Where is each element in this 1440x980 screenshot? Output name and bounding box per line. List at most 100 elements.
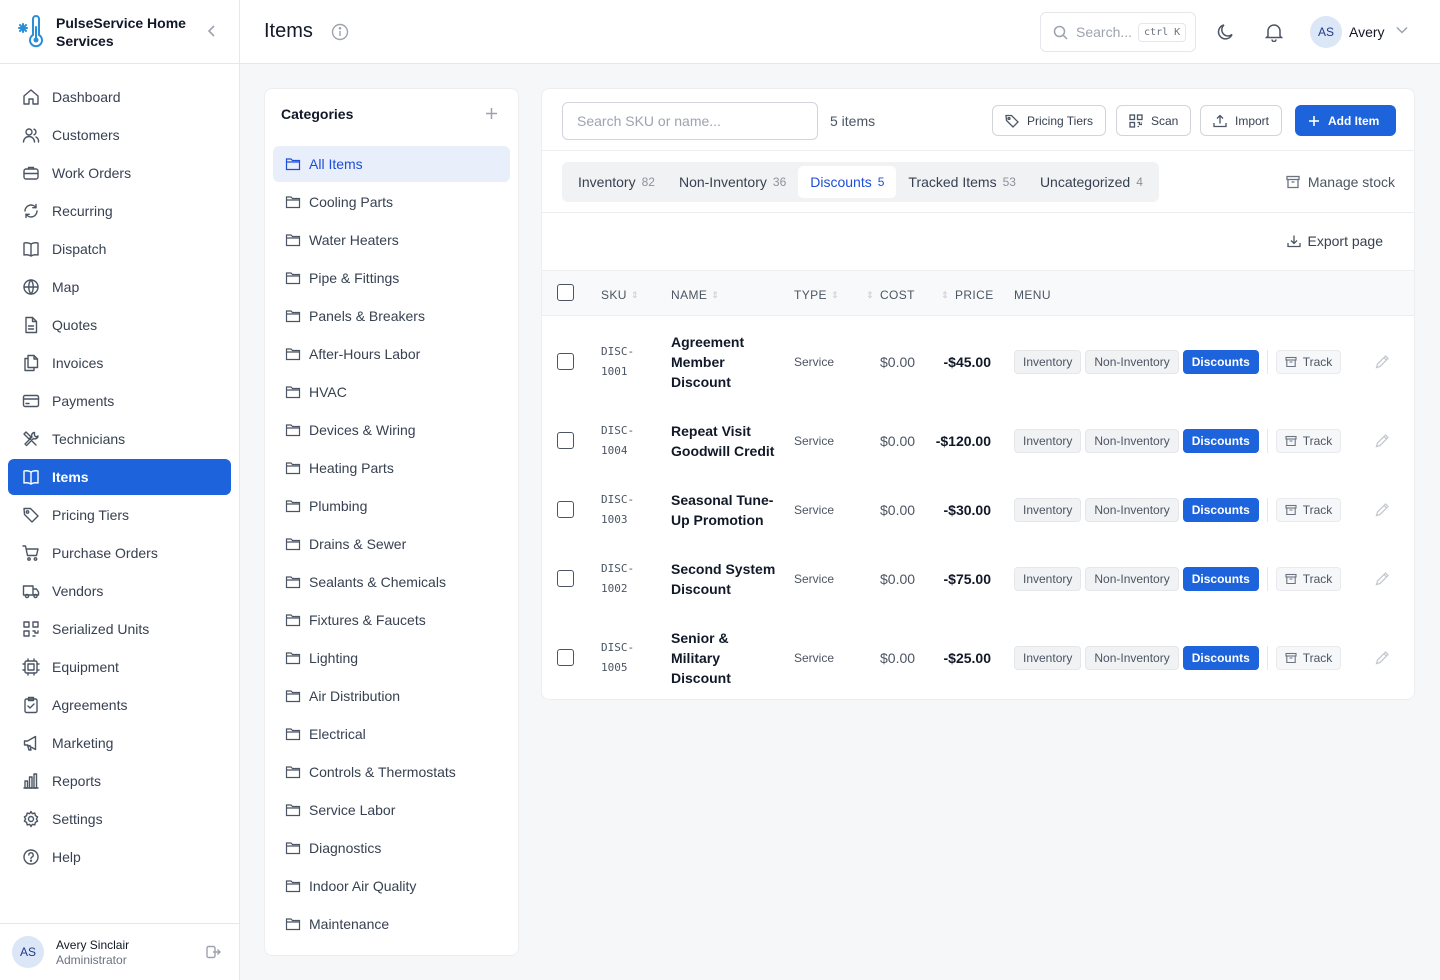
row-name[interactable]: Repeat Visit Goodwill Credit <box>671 421 781 461</box>
row-checkbox[interactable] <box>557 431 574 449</box>
inventory-chip[interactable]: Inventory <box>1014 497 1082 522</box>
non-inventory-chip[interactable]: Non-Inventory <box>1085 349 1179 374</box>
non-inventory-chip[interactable]: Non-Inventory <box>1085 645 1179 670</box>
category-item[interactable]: Sealants & Chemicals <box>273 564 510 600</box>
pencil-icon[interactable] <box>1374 433 1390 449</box>
row-checkbox[interactable] <box>557 648 574 666</box>
pencil-icon[interactable] <box>1374 502 1390 518</box>
tab-tracked-items[interactable]: Tracked Items 53 <box>896 166 1028 198</box>
sidebar-item-pricing-tiers[interactable]: Pricing Tiers <box>8 497 231 533</box>
sidebar-item-vendors[interactable]: Vendors <box>8 573 231 609</box>
row-name[interactable]: Seasonal Tune-Up Promotion <box>671 490 781 530</box>
row-checkbox[interactable] <box>557 569 574 587</box>
category-item[interactable]: Fixtures & Faucets <box>273 602 510 638</box>
sku-search-input[interactable] <box>562 102 818 140</box>
column-cost[interactable]: ⇕ COST <box>866 288 915 302</box>
tab-discounts[interactable]: Discounts 5 <box>798 166 897 198</box>
inventory-chip[interactable]: Inventory <box>1014 428 1082 453</box>
tab-inventory[interactable]: Inventory 82 <box>566 166 667 198</box>
sidebar-item-map[interactable]: Map <box>8 269 231 305</box>
sidebar-item-dispatch[interactable]: Dispatch <box>8 231 231 267</box>
sidebar-item-quotes[interactable]: Quotes <box>8 307 231 343</box>
pencil-icon[interactable] <box>1374 650 1390 666</box>
column-sku[interactable]: SKU ⇕ <box>601 288 639 302</box>
category-item[interactable]: Devices & Wiring <box>273 412 510 448</box>
inventory-chip[interactable]: Inventory <box>1014 349 1082 374</box>
header-user-name[interactable]: Avery <box>1349 24 1385 40</box>
row-checkbox[interactable] <box>557 500 574 518</box>
global-search[interactable]: Search... ctrl K <box>1040 12 1196 52</box>
chevron-down-icon[interactable] <box>1396 26 1408 34</box>
discounts-chip[interactable]: Discounts <box>1182 349 1259 374</box>
non-inventory-chip[interactable]: Non-Inventory <box>1085 566 1179 591</box>
category-item[interactable]: Water Heaters <box>273 222 510 258</box>
category-item[interactable]: Service Labor <box>273 792 510 828</box>
inventory-chip[interactable]: Inventory <box>1014 645 1082 670</box>
sidebar-item-purchase-orders[interactable]: Purchase Orders <box>8 535 231 571</box>
column-type[interactable]: TYPE ⇕ <box>794 288 839 302</box>
add-item-button[interactable]: Add Item <box>1295 105 1396 136</box>
discounts-chip[interactable]: Discounts <box>1182 566 1259 591</box>
sidebar-item-payments[interactable]: Payments <box>8 383 231 419</box>
category-item[interactable]: Diagnostics <box>273 830 510 866</box>
moon-icon[interactable] <box>1216 22 1236 42</box>
avatar[interactable]: AS <box>12 936 44 968</box>
category-item[interactable]: Lighting <box>273 640 510 676</box>
category-item[interactable]: After-Hours Labor <box>273 336 510 372</box>
logout-icon[interactable] <box>205 944 221 960</box>
tab-uncategorized[interactable]: Uncategorized 4 <box>1028 166 1155 198</box>
import-button[interactable]: Import <box>1200 105 1283 136</box>
sidebar-item-serialized-units[interactable]: Serialized Units <box>8 611 231 647</box>
pencil-icon[interactable] <box>1374 354 1390 370</box>
manage-stock-button[interactable]: Manage stock <box>1286 174 1395 190</box>
sidebar-item-technicians[interactable]: Technicians <box>8 421 231 457</box>
sidebar-item-equipment[interactable]: Equipment <box>8 649 231 685</box>
category-item[interactable]: Maintenance <box>273 906 510 942</box>
non-inventory-chip[interactable]: Non-Inventory <box>1085 497 1179 522</box>
row-checkbox[interactable] <box>557 352 574 370</box>
sidebar-item-reports[interactable]: Reports <box>8 763 231 799</box>
column-price[interactable]: ⇕ PRICE <box>941 288 994 302</box>
track-button[interactable]: Track <box>1275 566 1342 591</box>
scan-button[interactable]: Scan <box>1116 105 1192 136</box>
pencil-icon[interactable] <box>1374 571 1390 587</box>
category-item[interactable]: HVAC <box>273 374 510 410</box>
category-item[interactable]: Panels & Breakers <box>273 298 510 334</box>
discounts-chip[interactable]: Discounts <box>1182 497 1259 522</box>
sidebar-item-customers[interactable]: Customers <box>8 117 231 153</box>
category-item[interactable]: Cooling Parts <box>273 184 510 220</box>
chevron-left-icon[interactable] <box>207 24 217 38</box>
info-icon[interactable] <box>331 23 349 41</box>
sidebar-item-work-orders[interactable]: Work Orders <box>8 155 231 191</box>
bell-icon[interactable] <box>1265 22 1283 42</box>
sidebar-item-recurring[interactable]: Recurring <box>8 193 231 229</box>
track-button[interactable]: Track <box>1275 428 1342 453</box>
pricing-tiers-button[interactable]: Pricing Tiers <box>992 105 1107 136</box>
sidebar-item-marketing[interactable]: Marketing <box>8 725 231 761</box>
tab-non-inventory[interactable]: Non-Inventory 36 <box>667 166 798 198</box>
category-item[interactable]: All Items <box>273 146 510 182</box>
plus-icon[interactable] <box>485 107 498 120</box>
column-name[interactable]: NAME ⇕ <box>671 288 719 302</box>
sidebar-item-items[interactable]: Items <box>8 459 231 495</box>
discounts-chip[interactable]: Discounts <box>1182 645 1259 670</box>
header-avatar[interactable]: AS <box>1310 16 1342 48</box>
category-item[interactable]: Plumbing <box>273 488 510 524</box>
sidebar-item-dashboard[interactable]: Dashboard <box>8 79 231 115</box>
category-item[interactable]: Electrical <box>273 716 510 752</box>
row-name[interactable]: Agreement Member Discount <box>671 332 781 392</box>
sidebar-item-invoices[interactable]: Invoices <box>8 345 231 381</box>
track-button[interactable]: Track <box>1275 349 1342 374</box>
non-inventory-chip[interactable]: Non-Inventory <box>1085 428 1179 453</box>
category-item[interactable]: Heating Parts <box>273 450 510 486</box>
category-item[interactable]: Controls & Thermostats <box>273 754 510 790</box>
sidebar-item-help[interactable]: Help <box>8 839 231 875</box>
inventory-chip[interactable]: Inventory <box>1014 566 1082 591</box>
category-item[interactable]: Air Distribution <box>273 678 510 714</box>
track-button[interactable]: Track <box>1275 497 1342 522</box>
row-name[interactable]: Second System Discount <box>671 559 781 599</box>
row-name[interactable]: Senior & Military Discount <box>671 628 781 688</box>
category-item[interactable]: Indoor Air Quality <box>273 868 510 904</box>
discounts-chip[interactable]: Discounts <box>1182 428 1259 453</box>
track-button[interactable]: Track <box>1275 645 1342 670</box>
